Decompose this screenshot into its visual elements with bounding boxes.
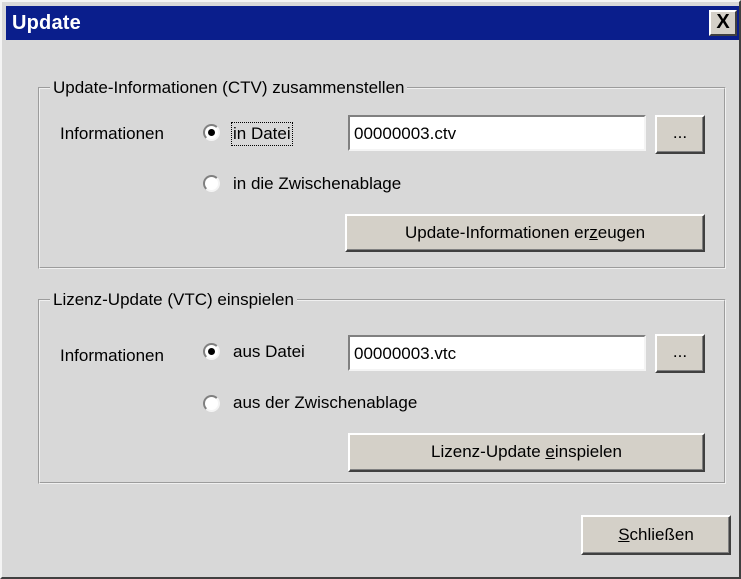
close-button-mnemonic: S (618, 525, 630, 544)
license-update-button[interactable]: Lizenz-Update einspielen (348, 433, 705, 472)
vtc-radio-clipboard-label[interactable]: aus der Zwischenablage (233, 393, 417, 413)
close-button[interactable]: Schließen (581, 515, 731, 555)
generate-button-mnemonic: z (589, 223, 598, 242)
license-button-mnemonic: e (545, 442, 555, 461)
group-vtc-legend: Lizenz-Update (VTC) einspielen (53, 290, 294, 309)
license-button-label-a: Lizenz-Update (431, 442, 546, 461)
ctv-radio-clipboard[interactable] (203, 175, 220, 192)
close-button-label: chließen (629, 525, 694, 544)
ctv-browse-label: ... (672, 123, 688, 142)
close-window-button[interactable]: X (709, 10, 737, 36)
vtc-file-input[interactable]: 00000003.vtc (348, 335, 646, 371)
ctv-radio-file-dot (208, 129, 215, 136)
close-icon: X (716, 11, 730, 33)
vtc-radio-file[interactable] (203, 343, 220, 360)
ctv-radio-file-label[interactable]: in Datei (231, 122, 293, 146)
generate-update-info-button[interactable]: Update-Informationen erzeugen (345, 214, 705, 252)
vtc-radio-file-label[interactable]: aus Datei (233, 342, 305, 362)
generate-button-label-b: eugen (597, 223, 646, 242)
vtc-radio-file-dot (208, 348, 215, 355)
title-bar[interactable]: Update X (6, 6, 739, 40)
generate-button-label-a: Update-Informationen er (404, 223, 590, 242)
window-title: Update (12, 12, 81, 34)
update-dialog: Update X Update-Informationen (CTV) zusa… (0, 0, 741, 579)
vtc-browse-button[interactable]: ... (655, 334, 705, 373)
ctv-browse-button[interactable]: ... (655, 115, 705, 154)
group-ctv-legend: Update-Informationen (CTV) zusammenstell… (53, 78, 405, 97)
vtc-browse-label: ... (672, 342, 688, 361)
ctv-radio-file[interactable] (203, 124, 220, 141)
ctv-info-label: Informationen (60, 124, 164, 143)
ctv-radio-clipboard-label[interactable]: in die Zwischenablage (233, 174, 401, 194)
vtc-radio-clipboard[interactable] (203, 395, 220, 412)
license-button-label-b: inspielen (554, 442, 622, 461)
vtc-info-label: Informationen (60, 346, 164, 365)
ctv-file-input[interactable]: 00000003.ctv (348, 115, 646, 151)
